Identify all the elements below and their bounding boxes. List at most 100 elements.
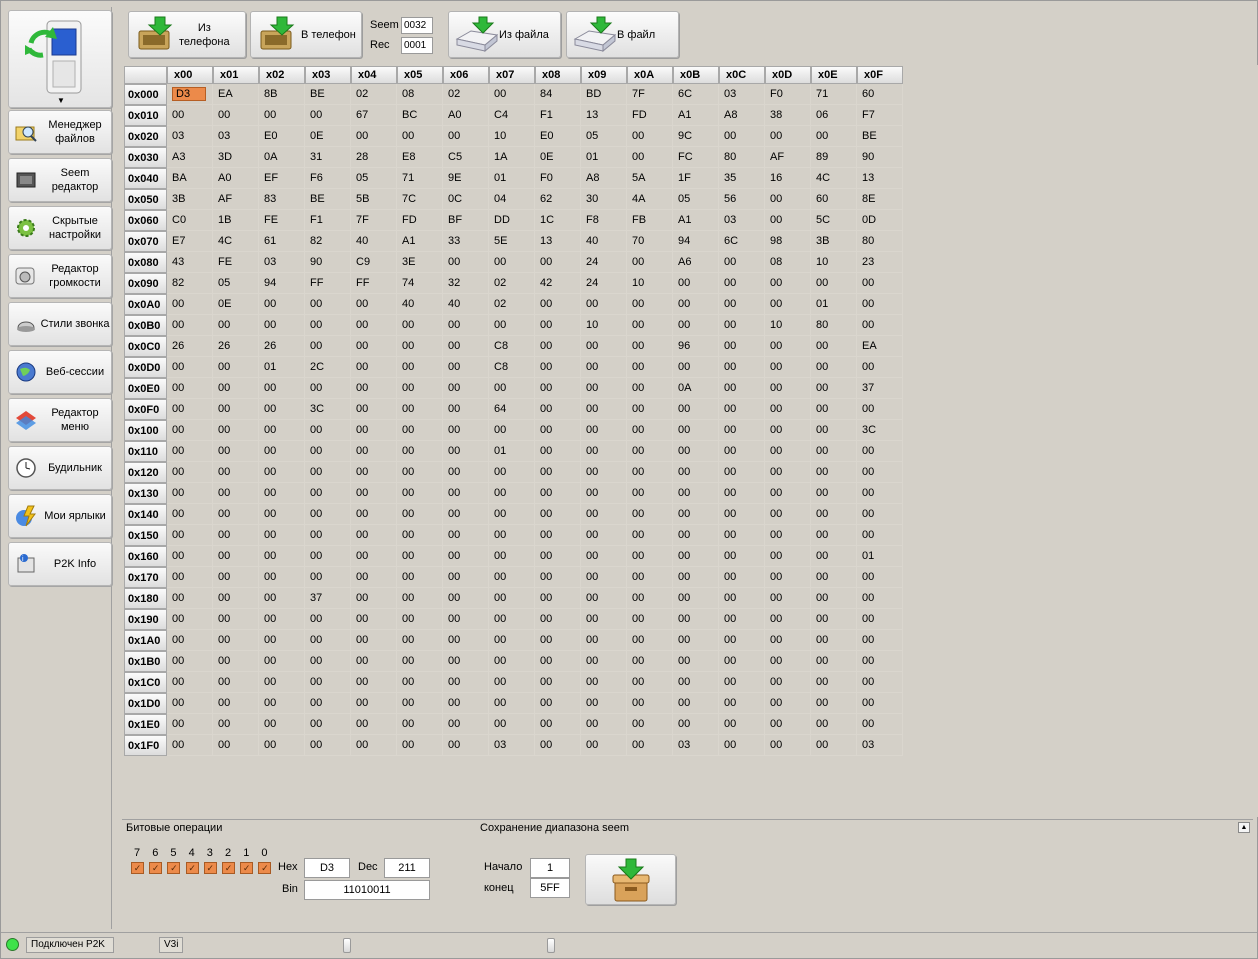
hex-cell[interactable]: 00 <box>627 441 673 462</box>
hex-cell[interactable]: 00 <box>259 567 305 588</box>
hex-cell[interactable]: 00 <box>535 441 581 462</box>
hex-cell[interactable]: 00 <box>397 546 443 567</box>
hex-cell[interactable]: 56 <box>719 189 765 210</box>
hex-cell[interactable]: 00 <box>351 441 397 462</box>
hex-cell[interactable]: 00 <box>627 126 673 147</box>
hex-cell[interactable]: 00 <box>213 609 259 630</box>
row-address[interactable]: 0x070 <box>124 231 167 252</box>
hex-cell[interactable]: 82 <box>305 231 351 252</box>
hex-cell[interactable]: 00 <box>489 504 535 525</box>
hex-cell[interactable]: FD <box>397 210 443 231</box>
sidebar-item-3[interactable]: Скрытые настройки <box>8 206 112 250</box>
hex-cell[interactable]: 00 <box>489 630 535 651</box>
hex-cell[interactable]: 00 <box>535 693 581 714</box>
hex-cell[interactable]: 70 <box>627 231 673 252</box>
hex-cell[interactable]: 00 <box>167 315 213 336</box>
hex-cell[interactable]: 00 <box>397 672 443 693</box>
hex-cell[interactable]: FF <box>351 273 397 294</box>
hex-cell[interactable]: 00 <box>719 336 765 357</box>
hex-cell[interactable]: 80 <box>857 231 903 252</box>
hex-cell[interactable]: 00 <box>811 483 857 504</box>
hex-cell[interactable]: 00 <box>811 126 857 147</box>
hex-cell[interactable]: 28 <box>351 147 397 168</box>
hex-cell[interactable]: EA <box>213 84 259 105</box>
row-address[interactable]: 0x030 <box>124 147 167 168</box>
row-address[interactable]: 0x020 <box>124 126 167 147</box>
hex-cell[interactable]: 00 <box>535 714 581 735</box>
hex-cell[interactable]: A1 <box>397 231 443 252</box>
hex-cell[interactable]: 00 <box>259 609 305 630</box>
row-address[interactable]: 0x1A0 <box>124 630 167 651</box>
hex-cell[interactable]: 00 <box>167 693 213 714</box>
hex-cell[interactable]: 00 <box>167 567 213 588</box>
hex-cell[interactable]: 00 <box>857 609 903 630</box>
hex-cell[interactable]: 00 <box>351 462 397 483</box>
hex-cell[interactable]: 32 <box>443 273 489 294</box>
hex-cell[interactable]: 62 <box>535 189 581 210</box>
hex-cell[interactable]: AF <box>765 147 811 168</box>
hex-cell[interactable]: 00 <box>305 525 351 546</box>
hex-cell[interactable]: 00 <box>627 609 673 630</box>
hex-cell[interactable]: 00 <box>673 693 719 714</box>
hex-cell[interactable]: 00 <box>673 609 719 630</box>
hex-cell[interactable]: 00 <box>213 399 259 420</box>
hex-cell[interactable]: FF <box>305 273 351 294</box>
hex-cell[interactable]: F6 <box>305 168 351 189</box>
hex-cell[interactable]: 00 <box>213 567 259 588</box>
hex-cell[interactable]: 00 <box>765 399 811 420</box>
hex-cell[interactable]: 00 <box>397 588 443 609</box>
hex-cell[interactable]: 10 <box>765 315 811 336</box>
hex-cell[interactable]: 3B <box>167 189 213 210</box>
hex-cell[interactable]: 0E <box>305 126 351 147</box>
hex-cell[interactable]: 00 <box>213 462 259 483</box>
hex-cell[interactable]: 3C <box>857 420 903 441</box>
hex-cell[interactable]: 00 <box>351 399 397 420</box>
hex-cell[interactable]: 4C <box>213 231 259 252</box>
hex-cell[interactable]: 00 <box>443 336 489 357</box>
hex-cell[interactable]: 00 <box>673 630 719 651</box>
row-address[interactable]: 0x120 <box>124 462 167 483</box>
hex-cell[interactable]: 00 <box>535 336 581 357</box>
hex-cell[interactable]: 00 <box>535 630 581 651</box>
hex-cell[interactable]: 00 <box>857 693 903 714</box>
hex-cell[interactable]: 00 <box>213 357 259 378</box>
from-file-button[interactable]: Из файла <box>448 11 561 58</box>
hex-cell[interactable]: C8 <box>489 336 535 357</box>
hex-cell[interactable]: 00 <box>627 630 673 651</box>
hex-cell[interactable]: 00 <box>167 420 213 441</box>
row-address[interactable]: 0x150 <box>124 525 167 546</box>
hex-cell[interactable]: 00 <box>765 126 811 147</box>
hex-cell[interactable]: C8 <box>489 357 535 378</box>
hex-cell[interactable]: 03 <box>489 735 535 756</box>
hex-cell[interactable]: 00 <box>305 630 351 651</box>
hex-cell[interactable]: 00 <box>351 714 397 735</box>
hex-cell[interactable]: 0E <box>213 294 259 315</box>
hex-cell[interactable]: EF <box>259 168 305 189</box>
hex-cell[interactable]: 00 <box>305 315 351 336</box>
hex-cell[interactable]: 00 <box>765 483 811 504</box>
hex-cell[interactable]: C9 <box>351 252 397 273</box>
hex-cell[interactable]: 00 <box>765 294 811 315</box>
hex-cell[interactable]: 01 <box>581 147 627 168</box>
hex-cell[interactable]: 00 <box>581 357 627 378</box>
range-start-field[interactable]: 1 <box>530 858 570 878</box>
hex-cell[interactable]: 13 <box>581 105 627 126</box>
hex-cell[interactable]: 00 <box>443 609 489 630</box>
hex-cell[interactable]: 00 <box>489 714 535 735</box>
hex-cell[interactable]: 00 <box>719 462 765 483</box>
hex-cell[interactable]: 40 <box>351 231 397 252</box>
hex-cell[interactable]: 00 <box>259 378 305 399</box>
bit-checkbox[interactable]: ✓ <box>240 862 254 874</box>
hex-cell[interactable]: 1C <box>535 210 581 231</box>
hex-cell[interactable]: BF <box>443 210 489 231</box>
hex-cell[interactable]: A6 <box>673 252 719 273</box>
hex-cell[interactable]: 00 <box>259 588 305 609</box>
row-address[interactable]: 0x050 <box>124 189 167 210</box>
hex-cell[interactable]: 83 <box>259 189 305 210</box>
hex-cell[interactable]: 00 <box>305 378 351 399</box>
hex-cell[interactable]: 7F <box>627 84 673 105</box>
column-header[interactable]: x05 <box>397 66 443 84</box>
hex-cell[interactable]: 00 <box>167 651 213 672</box>
hex-cell[interactable]: E0 <box>535 126 581 147</box>
hex-cell[interactable]: 00 <box>397 399 443 420</box>
